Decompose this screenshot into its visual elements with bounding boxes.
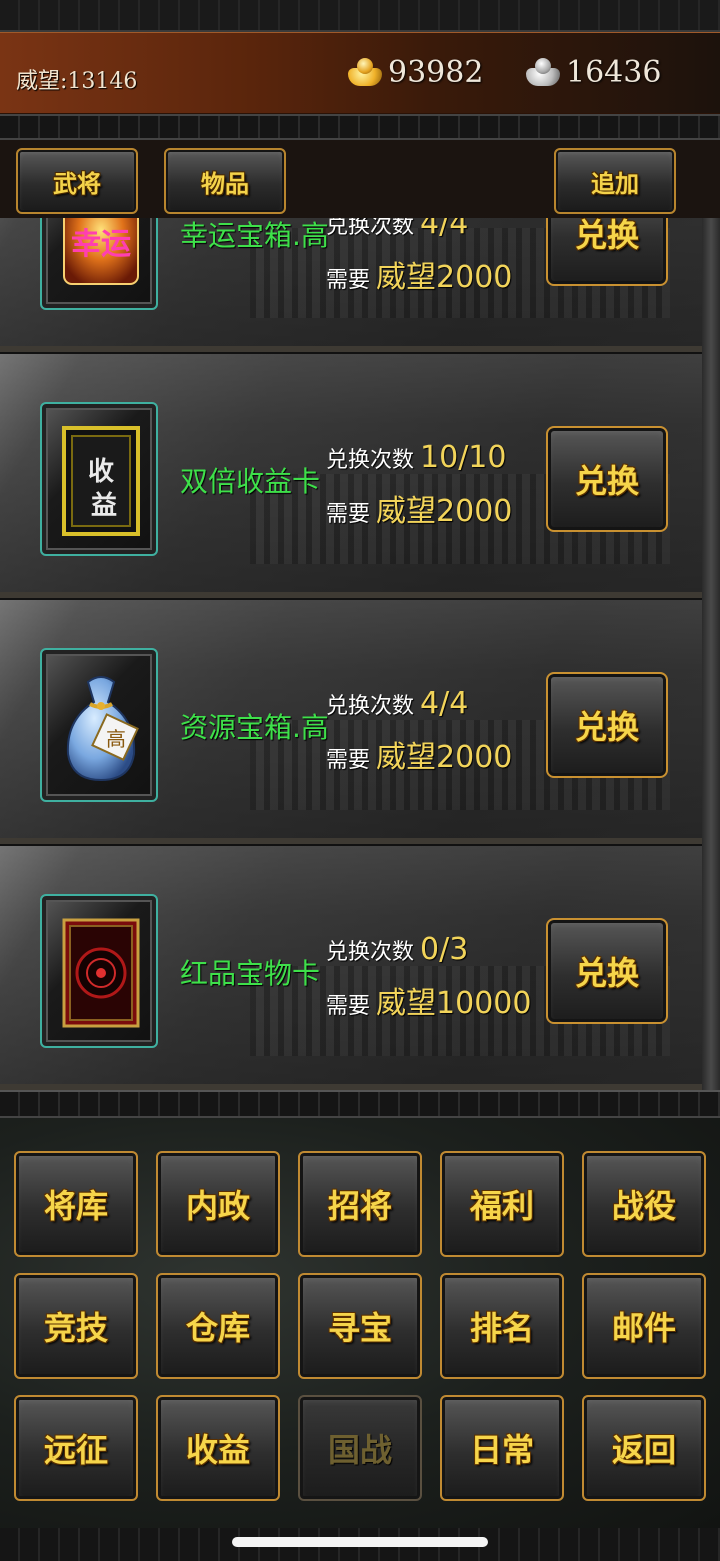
nav-warehouse[interactable]: 仓库 [156,1273,280,1379]
need-label: 需要 [326,268,371,293]
cost-line: 需要 威望10000 [326,978,531,1022]
count-label: 兑换次数 [326,940,415,965]
home-indicator[interactable] [232,1537,488,1547]
cost-line: 需要 威望2000 [326,732,512,776]
cost-value: 威望2000 [376,494,513,529]
nav-arena[interactable]: 竞技 [14,1273,138,1379]
append-button[interactable]: 追加 [554,148,676,214]
item-frame: 高 [40,648,158,802]
item-name: 幸运宝箱.高 [180,219,329,252]
cost-value: 威望10000 [376,986,532,1021]
list-item: 收 益 双倍收益卡 兑换次数 10/10 需要 威望2000 兑换 [0,354,702,598]
nav-expedition[interactable]: 远征 [14,1395,138,1501]
header-divider [0,114,720,140]
svg-text:收: 收 [88,457,114,487]
exchange-list[interactable]: 幸运 幸运宝箱.高 兑换次数 4/4 需要 威望2000 兑换 收 益 双倍收益卡 … [0,218,702,1090]
item-name: 资源宝箱.高 [180,711,329,744]
count-label: 兑换次数 [326,694,415,719]
gold-amount: 93982 [388,55,484,90]
lucky-chest-icon: 幸运 [63,218,139,285]
nav-divider [0,1090,720,1118]
resource-status-bar: 威望:13146 93982 16436 [0,32,720,114]
svg-text:高: 高 [106,727,126,751]
cost-value: 威望2000 [376,740,513,775]
exchange-count-line: 兑换次数 10/10 [326,440,506,475]
nav-income[interactable]: 收益 [156,1395,280,1501]
nav-internal-affairs[interactable]: 内政 [156,1151,280,1257]
count-value: 4/4 [420,686,469,721]
item-name: 红品宝物卡 [180,957,321,990]
double-income-card-icon: 收 益 [62,426,140,536]
cost-line: 需要 威望2000 [326,486,512,530]
list-item: 幸运 幸运宝箱.高 兑换次数 4/4 需要 威望2000 兑换 [0,218,702,352]
need-label: 需要 [326,748,371,773]
top-decor-strip [0,0,720,32]
resource-bag-icon: 高 [66,676,139,782]
exchange-count-line: 兑换次数 4/4 [326,686,468,721]
exchange-button[interactable]: 兑换 [546,672,668,778]
silver-currency: 16436 [524,55,661,90]
nav-treasure-hunt[interactable]: 寻宝 [298,1273,422,1379]
nav-generals-vault[interactable]: 将库 [14,1151,138,1257]
count-label: 兑换次数 [326,218,415,239]
item-name: 双倍收益卡 [180,465,321,498]
nav-welfare[interactable]: 福利 [440,1151,564,1257]
list-scrollbar[interactable] [702,218,720,1090]
item-frame: 收 益 [40,402,158,556]
nav-campaign[interactable]: 战役 [582,1151,706,1257]
bottom-nav: 将库 内政 招将 福利 战役 竞技 仓库 寻宝 排名 邮件 远征 收益 国战 日… [0,1118,720,1528]
cost-line: 需要 威望2000 [326,252,512,296]
red-treasure-card-icon [62,918,140,1028]
nav-mail[interactable]: 邮件 [582,1273,706,1379]
need-label: 需要 [326,502,371,527]
exchange-count-line: 兑换次数 4/4 [326,218,468,241]
silver-amount: 16436 [566,55,662,90]
svg-text:益: 益 [91,491,117,521]
svg-text:幸运: 幸运 [71,227,131,262]
exchange-button[interactable]: 兑换 [546,218,668,286]
tab-generals[interactable]: 武将 [16,148,138,214]
nav-ranking[interactable]: 排名 [440,1273,564,1379]
list-item: 红品宝物卡 兑换次数 0/3 需要 威望10000 兑换 [0,846,702,1090]
nav-daily[interactable]: 日常 [440,1395,564,1501]
count-value: 10/10 [420,440,507,475]
nav-back[interactable]: 返回 [582,1395,706,1501]
gold-currency: 93982 [346,55,483,90]
count-value: 4/4 [420,218,469,241]
exchange-count-line: 兑换次数 0/3 [326,932,468,967]
prestige-value: 威望:13146 [16,69,138,94]
item-frame [40,894,158,1048]
count-value: 0/3 [420,932,469,967]
exchange-button[interactable]: 兑换 [546,918,668,1024]
exchange-button[interactable]: 兑换 [546,426,668,532]
item-frame: 幸运 [40,218,158,310]
tab-row: 武将 物品 追加 [0,140,720,218]
silver-ingot-icon [524,56,562,90]
count-label: 兑换次数 [326,448,415,473]
tab-items[interactable]: 物品 [164,148,286,214]
need-label: 需要 [326,994,371,1019]
nav-recruit[interactable]: 招将 [298,1151,422,1257]
cost-value: 威望2000 [376,260,513,295]
nav-national-war: 国战 [298,1395,422,1501]
gold-ingot-icon [346,56,384,90]
list-item: 高 资源宝箱.高 兑换次数 4/4 需要 威望2000 兑换 [0,600,702,844]
